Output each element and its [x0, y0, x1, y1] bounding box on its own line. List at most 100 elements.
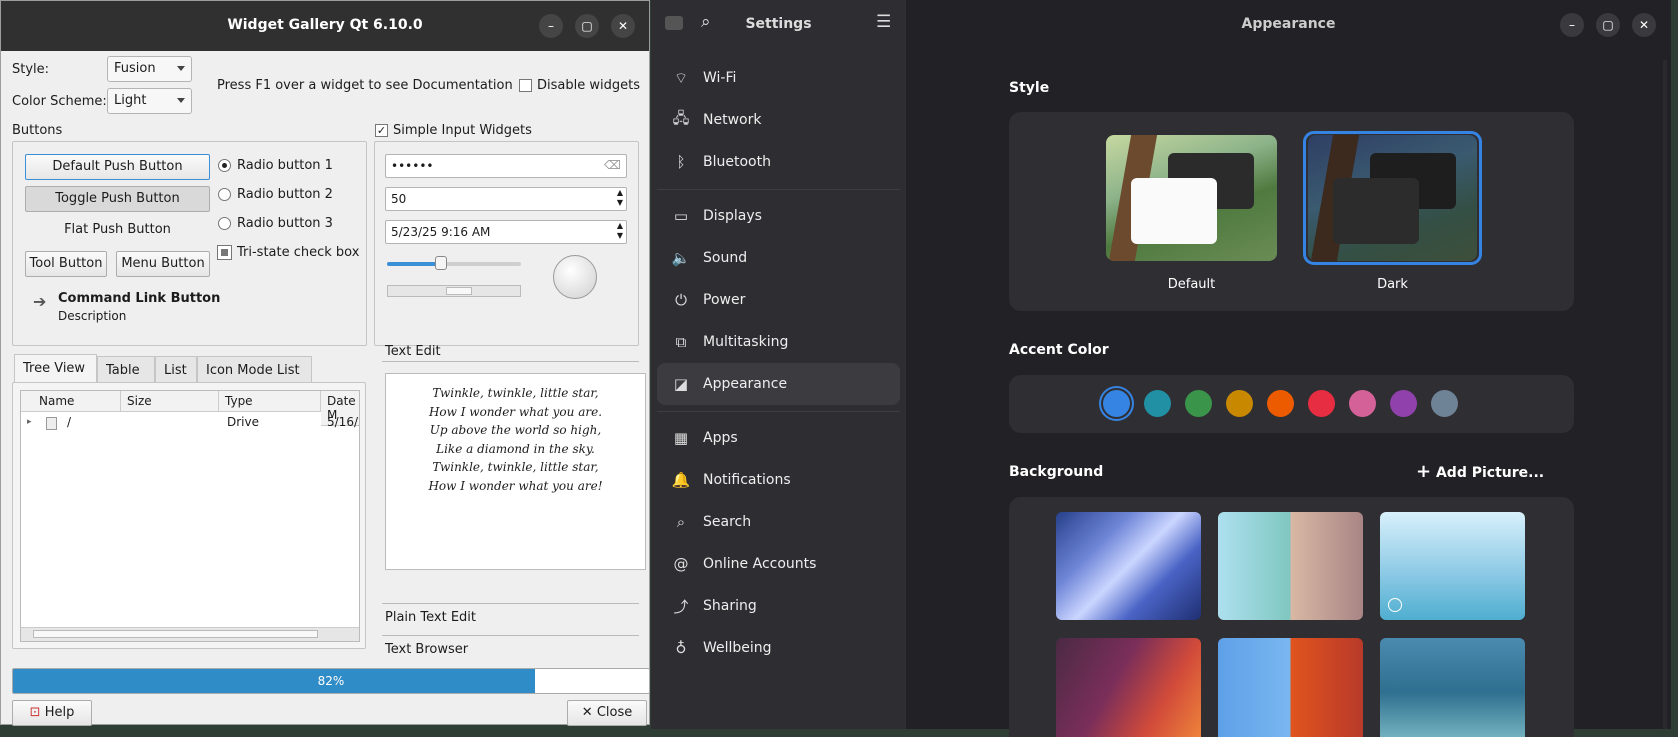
background-thumbnail[interactable]: [1218, 638, 1363, 737]
disable-widgets-label: Disable widgets: [537, 78, 640, 93]
password-field[interactable]: •••••• ⌫: [385, 154, 627, 178]
flat-push-button[interactable]: Flat Push Button: [25, 222, 210, 237]
style-combo[interactable]: Fusion: [107, 56, 192, 82]
qt-titlebar[interactable]: Widget Gallery Qt 6.10.0 – ▢ ✕: [1, 1, 649, 51]
close-icon[interactable]: ✕: [611, 14, 635, 38]
accent-color-swatch[interactable]: [1144, 390, 1171, 417]
tree-header-name[interactable]: Name: [21, 391, 121, 412]
text-edit[interactable]: Twinkle, twinkle, little star, How I won…: [385, 373, 646, 570]
sidebar-item-sharing[interactable]: ⤴ Sharing: [657, 585, 900, 627]
tree-hscrollbar[interactable]: [21, 627, 359, 641]
slider-handle[interactable]: [434, 256, 447, 270]
sidebar-item-online-accounts[interactable]: @ Online Accounts: [657, 543, 900, 585]
sidebar-title: Settings: [745, 16, 812, 32]
background-thumbnail[interactable]: [1380, 512, 1525, 620]
command-link-button[interactable]: Command Link Button: [58, 291, 220, 306]
minimize-icon[interactable]: –: [1560, 13, 1584, 37]
add-picture-button[interactable]: + Add Picture...: [1416, 461, 1544, 482]
plain-text-edit-header[interactable]: Plain Text Edit: [385, 610, 476, 625]
style-dark-option[interactable]: [1308, 135, 1477, 261]
sidebar-item-multitasking[interactable]: ⧉ Multitasking: [657, 321, 900, 363]
sidebar-item-appearance[interactable]: ◪ Appearance: [657, 363, 900, 405]
simple-input-checkbox[interactable]: ✓: [375, 124, 388, 137]
tab-list[interactable]: List: [155, 356, 197, 384]
sidebar-item-wellbeing[interactable]: ♁ Wellbeing: [657, 627, 900, 669]
datetime-edit[interactable]: 5/23/25 9:16 AM ▲ ▼: [385, 220, 627, 244]
radio-button-1[interactable]: [218, 159, 231, 172]
sidebar-item-network[interactable]: 🖧 Network: [657, 99, 900, 141]
minimize-icon[interactable]: –: [539, 14, 563, 38]
spin-value: 50: [391, 192, 407, 206]
text-edit-header[interactable]: Text Edit: [385, 344, 441, 359]
tool-button[interactable]: Tool Button: [25, 251, 107, 277]
tree-row-name[interactable]: /: [67, 415, 71, 429]
radio-button-3-label: Radio button 3: [237, 216, 333, 231]
menu-icon[interactable]: ☰: [876, 12, 891, 32]
background-thumbnail[interactable]: [1056, 512, 1201, 620]
disable-widgets-checkbox[interactable]: [519, 79, 532, 92]
accent-color-swatch[interactable]: [1103, 390, 1130, 417]
background-thumbnail[interactable]: [1380, 638, 1525, 737]
accent-color-swatch[interactable]: [1226, 390, 1253, 417]
horizontal-scrollbar[interactable]: [387, 285, 521, 297]
sidebar-item-sound[interactable]: 🔈 Sound: [657, 237, 900, 279]
style-default-label: Default: [1167, 277, 1216, 292]
spin-arrows-icon[interactable]: ▲ ▼: [617, 188, 623, 208]
tab-icon-mode-list[interactable]: Icon Mode List: [197, 356, 312, 384]
radio-button-2[interactable]: [218, 188, 231, 201]
spin-box[interactable]: 50 ▲ ▼: [385, 187, 627, 211]
appearance-icon: ◪: [673, 375, 689, 393]
help-button[interactable]: ⊡ Help: [12, 700, 92, 726]
sidebar-item-notifications[interactable]: 🔔 Notifications: [657, 459, 900, 501]
f1-hint: Press F1 over a widget to see Documentat…: [217, 78, 513, 93]
tree-row-type: Drive: [227, 415, 259, 429]
accent-color-swatch[interactable]: [1267, 390, 1294, 417]
horizontal-slider[interactable]: [387, 256, 521, 270]
close-icon[interactable]: ✕: [1632, 13, 1656, 37]
tab-tree-view[interactable]: Tree View: [14, 354, 97, 382]
datetime-arrows-icon[interactable]: ▲ ▼: [617, 221, 623, 241]
accent-color-swatch[interactable]: [1349, 390, 1376, 417]
style-default-option[interactable]: [1106, 135, 1277, 261]
close-button[interactable]: ✕ Close: [567, 700, 647, 726]
style-dark-label: Dark: [1377, 277, 1408, 292]
sidebar-item-displays[interactable]: ▭ Displays: [657, 195, 900, 237]
clear-icon[interactable]: ⌫: [604, 158, 621, 172]
accent-color-swatch[interactable]: [1390, 390, 1417, 417]
maximize-icon[interactable]: ▢: [575, 14, 599, 38]
text-browser-header[interactable]: Text Browser: [385, 642, 468, 657]
accent-color-swatch[interactable]: [1185, 390, 1212, 417]
tree-row-date: 5/16/2: [327, 415, 359, 429]
maximize-icon[interactable]: ▢: [1596, 13, 1620, 37]
menu-button[interactable]: Menu Button: [116, 251, 210, 277]
background-section-title: Background: [1009, 464, 1104, 480]
radio-button-3[interactable]: [218, 217, 231, 230]
accent-color-swatch[interactable]: [1308, 390, 1335, 417]
tree-header-type[interactable]: Type: [219, 391, 321, 412]
sidebar-item-power[interactable]: ⏻ Power: [657, 279, 900, 321]
scrollbar-thumb[interactable]: [446, 287, 472, 295]
power-icon: ⏻: [675, 291, 687, 309]
dial[interactable]: [553, 255, 597, 299]
sidebar-item-bluetooth[interactable]: ᛒ Bluetooth: [657, 141, 900, 183]
toggle-push-button[interactable]: Toggle Push Button: [25, 186, 210, 212]
accent-color-swatch[interactable]: [1431, 390, 1458, 417]
wellbeing-icon: ♁: [675, 639, 687, 657]
tristate-checkbox[interactable]: [217, 245, 232, 260]
scrollbar-track[interactable]: [1663, 60, 1667, 729]
background-card: [1009, 497, 1574, 737]
sidebar-item-apps[interactable]: ▦ Apps: [657, 417, 900, 459]
tree-hscrollbar-thumb[interactable]: [33, 630, 318, 638]
default-push-button[interactable]: Default Push Button: [25, 154, 210, 180]
sidebar-item-wi-fi[interactable]: ⌔ Wi-Fi: [657, 57, 900, 99]
sidebar-item-search[interactable]: ⌕ Search: [657, 501, 900, 543]
style-combo-value: Fusion: [114, 61, 156, 76]
tree-header-size[interactable]: Size: [121, 391, 219, 412]
background-thumbnail[interactable]: [1218, 512, 1363, 620]
tree-view[interactable]: Name Size Type Date M ▸ / Drive 5/16/2: [20, 390, 360, 642]
tab-table[interactable]: Table: [97, 356, 155, 384]
bell-icon: 🔔: [671, 471, 691, 489]
expand-icon[interactable]: ▸: [27, 417, 32, 427]
background-thumbnail[interactable]: [1056, 638, 1201, 737]
color-scheme-combo[interactable]: Light: [107, 88, 192, 114]
